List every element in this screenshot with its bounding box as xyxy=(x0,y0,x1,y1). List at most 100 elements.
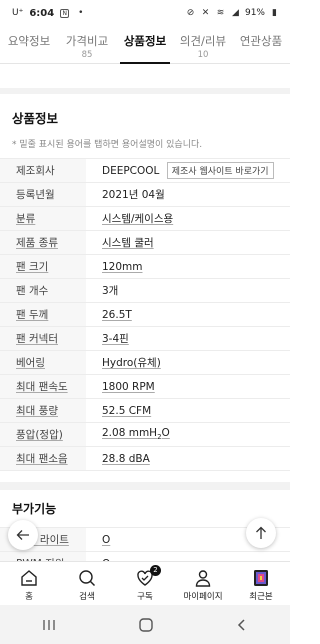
table-row: 제조회사 DEEPCOOL 제조사 웹사이트 바로가기 xyxy=(0,158,290,183)
spec-key: 팬 개수 xyxy=(0,278,86,303)
table-row: 최대 팬소음 28.8 dBA xyxy=(0,446,290,471)
nav-recent[interactable]: 최근본 xyxy=(232,562,290,605)
glossary-value[interactable]: 26.5T xyxy=(102,309,132,321)
home-button-icon[interactable] xyxy=(138,617,154,633)
status-bar: U⁺ 6:04 N • ⊘ ✕ ≋ ◢ 91% ▮ xyxy=(0,0,290,26)
glossary-term[interactable]: 풍압(정압) xyxy=(16,429,63,441)
spec-value[interactable]: 시스템 쿨러 xyxy=(86,231,290,255)
glossary-term[interactable]: 팬 커넥터 xyxy=(16,333,58,345)
spec-key: 제조회사 xyxy=(0,158,86,183)
tab-label: 상품정보 xyxy=(123,34,167,48)
glossary-value[interactable]: O xyxy=(102,534,110,546)
glossary-term[interactable]: 팬 두께 xyxy=(16,309,48,321)
glossary-value[interactable]: 120mm xyxy=(102,261,143,273)
tab-product-info[interactable]: 상품정보 xyxy=(116,26,174,64)
tab-label: 연관상품 xyxy=(239,34,283,48)
glossary-value[interactable]: 2.08 mmH2O xyxy=(102,427,170,441)
nav-label: 마이페이지 xyxy=(183,592,223,602)
scroll-top-button[interactable] xyxy=(246,518,276,548)
glossary-term[interactable]: 최대 풍량 xyxy=(16,405,58,417)
recent-apps-icon[interactable] xyxy=(41,618,57,632)
person-icon xyxy=(195,570,211,587)
table-row: 베어링 Hydro(유체) xyxy=(0,350,290,375)
spec-value[interactable]: 2.08 mmH2O xyxy=(86,423,290,447)
product-info-title: 상품정보 xyxy=(12,111,59,126)
spec-value[interactable]: 28.8 dBA xyxy=(86,447,290,471)
spec-value: 3개 xyxy=(102,285,119,297)
section-divider xyxy=(0,482,290,490)
table-row: 팬 크기 120mm xyxy=(0,254,290,279)
subscribe-badge: 2 xyxy=(150,565,161,576)
back-button[interactable] xyxy=(8,520,38,550)
tab-count: 10 xyxy=(197,50,209,60)
spec-key[interactable]: 제품 종류 xyxy=(0,230,86,255)
spec-key[interactable]: 최대 팬소음 xyxy=(0,446,86,471)
table-row: 풍압(정압) 2.08 mmH2O xyxy=(0,422,290,447)
home-icon xyxy=(21,570,37,586)
spec-value[interactable]: 3-4핀 xyxy=(86,327,290,351)
spec-key[interactable]: 풍압(정압) xyxy=(0,422,86,447)
spec-key[interactable]: 팬 커넥터 xyxy=(0,326,86,351)
table-row: 등록년월 2021년 04월 xyxy=(0,182,290,207)
extra-features-title: 부가기능 xyxy=(12,502,57,516)
tab-reviews[interactable]: 의견/리뷰 10 xyxy=(174,26,232,63)
spec-key[interactable]: 베어링 xyxy=(0,350,86,375)
maker-website-button[interactable]: 제조사 웹사이트 바로가기 xyxy=(166,162,274,179)
system-nav-bar xyxy=(0,605,290,644)
spec-table: 제조회사 DEEPCOOL 제조사 웹사이트 바로가기 등록년월 2021년 0… xyxy=(0,158,290,471)
glossary-value[interactable]: 시스템 쿨러 xyxy=(102,237,154,249)
spec-key[interactable]: 분류 xyxy=(0,206,86,231)
spec-value[interactable]: 52.5 CFM xyxy=(86,399,290,423)
glossary-value[interactable]: 시스템/케이스용 xyxy=(102,213,173,225)
spec-value[interactable]: 1800 RPM xyxy=(86,375,290,399)
spec-value[interactable]: 26.5T xyxy=(86,303,290,327)
tab-label: 의견/리뷰 xyxy=(179,34,227,48)
spec-value: 2021년 04월 xyxy=(102,189,165,201)
back-nav-icon[interactable] xyxy=(235,618,249,632)
heart-check-icon: 2 xyxy=(135,565,161,588)
spec-value[interactable]: 120mm xyxy=(86,255,290,279)
tab-related[interactable]: 연관상품 xyxy=(232,26,290,63)
glossary-value[interactable]: 1800 RPM xyxy=(102,381,155,393)
spec-key[interactable]: 최대 팬속도 xyxy=(0,374,86,399)
nav-mypage[interactable]: 마이페이지 xyxy=(174,562,232,605)
more-dots-icon: • xyxy=(78,8,84,18)
table-row: 분류 시스템/케이스용 xyxy=(0,206,290,231)
nav-subscribe[interactable]: 2 구독 xyxy=(116,562,174,605)
value-suffix: O xyxy=(161,427,170,440)
glossary-value[interactable]: 3-4핀 xyxy=(102,333,129,345)
notification-icon: N xyxy=(60,8,70,18)
nav-label: 최근본 xyxy=(249,592,273,602)
battery-icon: ▮ xyxy=(272,8,277,18)
tab-label: 요약정보 xyxy=(7,34,51,48)
wifi-icon: ≋ xyxy=(216,8,225,18)
glossary-term[interactable]: 최대 팬속도 xyxy=(16,381,68,393)
spec-key[interactable]: 최대 풍량 xyxy=(0,398,86,423)
tab-summary[interactable]: 요약정보 xyxy=(0,26,58,63)
glossary-term[interactable]: 제품 종류 xyxy=(16,237,58,249)
spec-value[interactable]: 시스템/케이스용 xyxy=(86,207,290,231)
glossary-term[interactable]: 분류 xyxy=(16,213,35,225)
glossary-value[interactable]: Hydro(유체) xyxy=(102,357,161,369)
table-row: 제품 종류 시스템 쿨러 xyxy=(0,230,290,255)
spec-key[interactable]: 팬 두께 xyxy=(0,302,86,327)
spec-value[interactable]: Hydro(유체) xyxy=(86,351,290,375)
glossary-term[interactable]: 팬 크기 xyxy=(16,261,48,273)
value-text: 2.08 mmH xyxy=(102,427,158,440)
nav-home[interactable]: 홈 xyxy=(0,562,58,605)
recent-thumbnail-icon xyxy=(254,570,268,586)
table-row: 팬 두께 26.5T xyxy=(0,302,290,327)
glossary-term[interactable]: 베어링 xyxy=(16,357,45,369)
glossary-term[interactable]: 최대 팬소음 xyxy=(16,453,68,465)
table-row: 팬 개수 3개 xyxy=(0,278,290,303)
glossary-value[interactable]: 52.5 CFM xyxy=(102,405,151,417)
nav-search[interactable]: 검색 xyxy=(58,562,116,605)
tab-price-compare[interactable]: 가격비교 85 xyxy=(58,26,116,63)
glossary-value[interactable]: 28.8 dBA xyxy=(102,453,150,465)
arrow-left-icon xyxy=(16,530,29,540)
table-row: 최대 팬속도 1800 RPM xyxy=(0,374,290,399)
spec-key: 등록년월 xyxy=(0,182,86,207)
arrow-up-icon xyxy=(256,526,266,539)
spec-key[interactable]: 팬 크기 xyxy=(0,254,86,279)
bottom-nav: 홈 검색 2 구독 마이페이지 최근본 xyxy=(0,561,290,605)
